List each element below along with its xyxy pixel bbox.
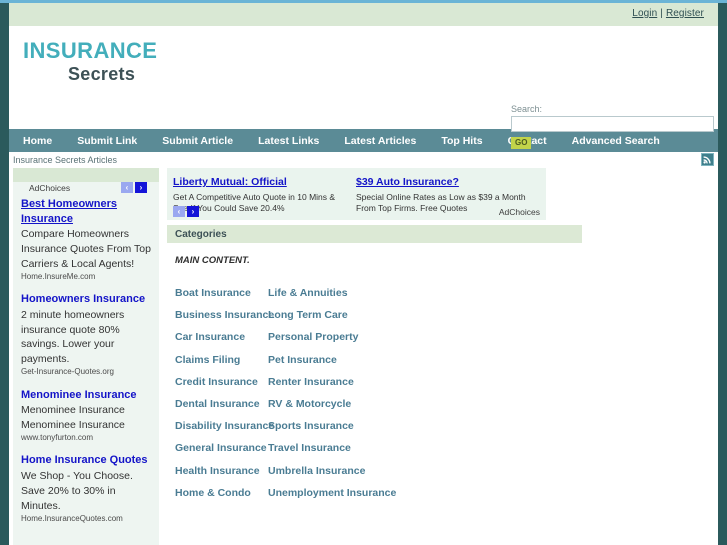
category-link[interactable]: Home & Condo — [175, 482, 268, 504]
sidebar-ad-header: AdChoices ‹ › — [13, 182, 159, 197]
sidebar-ad-item: Home Insurance Quotes We Shop - You Choo… — [13, 453, 159, 524]
breadcrumb-row: Insurance Secrets Articles — [9, 152, 718, 168]
category-link[interactable]: RV & Motorcycle — [268, 393, 714, 415]
sidebar-ad-description: 2 minute homeowners insurance quote 80% … — [21, 308, 125, 366]
nav-item-top-hits[interactable]: Top Hits — [441, 135, 482, 147]
site-logo[interactable]: INSURANCE Secrets — [23, 38, 158, 84]
rss-icon[interactable] — [701, 153, 714, 166]
search-area: Search: GO — [511, 104, 716, 150]
nav-item-submit-article[interactable]: Submit Article — [162, 135, 233, 147]
sidebar-ad-item: Best Homeowners Insurance Compare Homeow… — [13, 197, 159, 282]
main-column: Liberty Mutual: Official Get A Competiti… — [167, 168, 714, 504]
content-columns: AdChoices ‹ › Best Homeowners Insurance … — [9, 168, 718, 545]
nav-item-latest-links[interactable]: Latest Links — [258, 135, 319, 147]
sidebar-ad-title[interactable]: Best Homeowners Insurance — [21, 197, 153, 226]
category-link[interactable]: Credit Insurance — [175, 371, 268, 393]
categories-header: Categories — [167, 225, 582, 243]
adchoices-label-banner[interactable]: AdChoices — [499, 207, 540, 217]
sidebar-ad-description: We Shop - You Choose. Save 20% to 30% in… — [21, 469, 133, 512]
sidebar-ad-description: Compare Homeowners Insurance Quotes From… — [21, 228, 151, 270]
sidebar-ad-url: Home.InsuranceQuotes.com — [21, 513, 123, 523]
sidebar-ad-title[interactable]: Homeowners Insurance — [21, 292, 153, 307]
category-link[interactable]: Sports Insurance — [268, 415, 714, 437]
category-link[interactable]: Claims Filing — [175, 349, 268, 371]
category-link[interactable]: Personal Property — [268, 326, 714, 348]
category-link[interactable]: Dental Insurance — [175, 393, 268, 415]
categories-grid: Boat Insurance Life & Annuities Business… — [175, 282, 714, 504]
sidebar-ad-url: Get-Insurance-Quotes.org — [21, 367, 114, 377]
sidebar-ad-description: Menominee Insurance Menominee Insurance — [21, 404, 125, 432]
banner-ad-pager: ‹ › — [173, 206, 199, 217]
login-link[interactable]: Login — [632, 8, 657, 19]
nav-item-submit-link[interactable]: Submit Link — [77, 135, 137, 147]
category-link[interactable]: Long Term Care — [268, 304, 714, 326]
page-container: Login | Register INSURANCE Secrets Search:… — [9, 3, 718, 545]
search-label: Search: — [511, 104, 543, 114]
sidebar-ad-url: www.tonyfurton.com — [21, 433, 94, 442]
banner-ad-title[interactable]: $39 Auto Insurance? — [356, 176, 459, 188]
category-link[interactable]: Health Insurance — [175, 460, 268, 482]
link-separator: | — [660, 8, 663, 19]
ad-prev-arrow-icon[interactable]: ‹ — [173, 206, 185, 217]
category-link[interactable]: Unemployment Insurance — [268, 482, 714, 504]
category-link[interactable]: General Insurance — [175, 437, 268, 459]
ad-next-arrow-icon[interactable]: › — [135, 182, 147, 193]
category-link[interactable]: Disability Insurance — [175, 415, 274, 437]
search-go-button[interactable]: GO — [511, 137, 532, 150]
top-account-bar: Login | Register — [9, 3, 718, 26]
site-header: INSURANCE Secrets Search: GO — [9, 26, 718, 150]
category-link[interactable]: Car Insurance — [175, 326, 268, 348]
ad-next-arrow-icon[interactable]: › — [187, 206, 199, 217]
sidebar-ad-pager: ‹ › — [121, 182, 147, 193]
category-link[interactable]: Renter Insurance — [268, 371, 714, 393]
banner-ad-footer: ‹ › AdChoices — [173, 206, 540, 218]
sidebar-ad-title[interactable]: Home Insurance Quotes — [21, 453, 153, 468]
category-link[interactable]: Business Insurance — [175, 304, 274, 326]
register-link[interactable]: Register — [666, 8, 704, 19]
ad-prev-arrow-icon[interactable]: ‹ — [121, 182, 133, 193]
nav-item-home[interactable]: Home — [23, 135, 52, 147]
search-input[interactable] — [511, 116, 714, 132]
category-link[interactable]: Life & Annuities — [268, 282, 714, 304]
logo-text-secondary: Secrets — [68, 64, 136, 84]
logo-text-primary: INSURANCE — [23, 38, 158, 63]
category-link[interactable]: Travel Insurance — [268, 437, 714, 459]
banner-ad-block: Liberty Mutual: Official Get A Competiti… — [167, 168, 546, 220]
category-link[interactable]: Pet Insurance — [268, 349, 714, 371]
account-links: Login | Register — [632, 8, 704, 19]
main-content-note: MAIN CONTENT. — [175, 255, 250, 266]
categories-header-label: Categories — [175, 228, 227, 240]
category-link[interactable]: Umbrella Insurance — [268, 460, 714, 482]
breadcrumb: Insurance Secrets Articles — [13, 155, 118, 165]
sidebar-ads-column: AdChoices ‹ › Best Homeowners Insurance … — [13, 168, 159, 545]
nav-item-latest-articles[interactable]: Latest Articles — [344, 135, 416, 147]
adchoices-label-sidebar[interactable]: AdChoices — [29, 183, 70, 193]
page-frame: Login | Register INSURANCE Secrets Search:… — [0, 0, 727, 545]
banner-ad-title[interactable]: Liberty Mutual: Official — [173, 176, 287, 188]
sidebar-ad-item: Homeowners Insurance 2 minute homeowners… — [13, 292, 159, 378]
sidebar-ad-url: Home.InsureMe.com — [21, 271, 96, 281]
sidebar-ad-item: Menominee Insurance Menominee Insurance … — [13, 388, 159, 444]
sidebar-ad-title[interactable]: Menominee Insurance — [21, 388, 153, 403]
category-link[interactable]: Boat Insurance — [175, 282, 268, 304]
